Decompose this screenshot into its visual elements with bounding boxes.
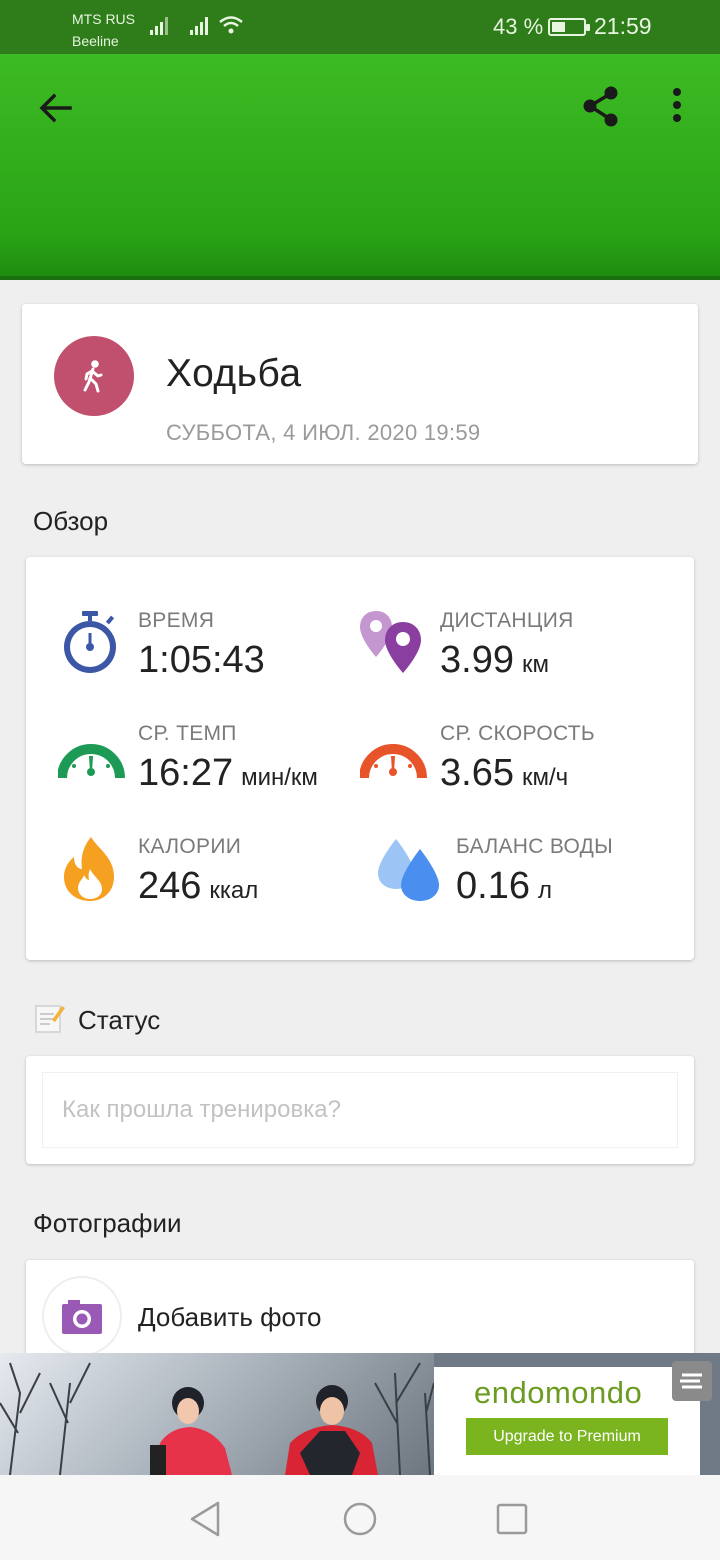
stat-avg-speed-value: 3.65 км/ч bbox=[440, 752, 569, 794]
status-card bbox=[26, 1056, 694, 1164]
battery-percent: 43 % bbox=[493, 14, 544, 39]
flame-icon bbox=[64, 837, 114, 901]
share-icon[interactable] bbox=[578, 84, 624, 130]
activity-avatar bbox=[54, 336, 134, 416]
signal-icon bbox=[190, 17, 208, 35]
stat-time-label: ВРЕМЯ bbox=[138, 609, 215, 632]
app-bar bbox=[0, 54, 720, 280]
wifi-icon bbox=[219, 16, 243, 34]
add-photo-label[interactable]: Добавить фото bbox=[138, 1302, 322, 1333]
stat-avg-pace-value: 16:27 мин/км bbox=[138, 752, 318, 794]
stat-avg-speed-label: СР. СКОРОСТЬ bbox=[440, 722, 595, 745]
more-vert-icon[interactable] bbox=[662, 84, 692, 130]
add-photo-button[interactable] bbox=[42, 1276, 122, 1356]
ad-banner[interactable]: endomondo Upgrade to Premium bbox=[0, 1353, 720, 1475]
upgrade-premium-button[interactable]: Upgrade to Premium bbox=[466, 1418, 668, 1455]
stat-water-value: 0.16 л bbox=[456, 865, 552, 907]
nav-recents-icon[interactable] bbox=[492, 1499, 532, 1539]
activity-date: СУББОТА, 4 ИЮЛ. 2020 19:59 bbox=[166, 420, 481, 445]
speed-gauge-icon bbox=[360, 744, 427, 779]
activity-title: Ходьба bbox=[166, 352, 302, 395]
status-heading: Статус bbox=[78, 1005, 161, 1035]
carrier-info: MTS RUS Beeline bbox=[72, 8, 135, 52]
memo-icon bbox=[35, 1005, 65, 1033]
pace-gauge-icon bbox=[58, 744, 125, 779]
stat-avg-pace-label: СР. ТЕМП bbox=[138, 722, 237, 745]
carrier-2: Beeline bbox=[72, 33, 119, 49]
map-pin-icon bbox=[360, 611, 421, 673]
arrow-back-icon[interactable] bbox=[34, 86, 78, 130]
battery-icon bbox=[548, 18, 590, 36]
walking-icon bbox=[83, 360, 103, 393]
clock: 21:59 bbox=[594, 13, 652, 39]
stat-calories-value: 246 ккал bbox=[138, 865, 259, 907]
stat-distance-label: ДИСТАНЦИЯ bbox=[440, 609, 574, 632]
stat-water-label: БАЛАНС ВОДЫ bbox=[456, 835, 614, 858]
workout-header-card: Ходьба СУББОТА, 4 ИЮЛ. 2020 19:59 bbox=[22, 304, 698, 464]
water-drops-icon bbox=[378, 839, 439, 901]
system-nav-bar bbox=[0, 1475, 720, 1560]
camera-icon bbox=[62, 1300, 102, 1334]
carrier-1: MTS RUS bbox=[72, 11, 135, 27]
stat-distance-value: 3.99 км bbox=[440, 639, 549, 681]
ad-image bbox=[0, 1353, 435, 1475]
stat-calories-label: КАЛОРИИ bbox=[138, 835, 242, 858]
ad-close-icon[interactable] bbox=[672, 1361, 712, 1401]
nav-home-icon[interactable] bbox=[340, 1499, 380, 1539]
stat-time-value: 1:05:43 bbox=[138, 639, 265, 681]
overview-card: ВРЕМЯ 1:05:43 ДИСТАНЦИЯ 3.99 км СР. ТЕМП … bbox=[26, 557, 694, 960]
signal-icon bbox=[150, 17, 168, 35]
system-status-bar: MTS RUS Beeline 43 % 21:59 bbox=[0, 0, 720, 54]
nav-back-icon[interactable] bbox=[186, 1499, 226, 1539]
ad-logo: endomondo bbox=[474, 1375, 643, 1410]
stopwatch-icon bbox=[64, 611, 116, 673]
workout-status-input[interactable] bbox=[42, 1072, 678, 1148]
photos-heading: Фотографии bbox=[33, 1208, 182, 1238]
overview-heading: Обзор bbox=[33, 506, 109, 536]
app-bar-shadow bbox=[0, 276, 720, 280]
